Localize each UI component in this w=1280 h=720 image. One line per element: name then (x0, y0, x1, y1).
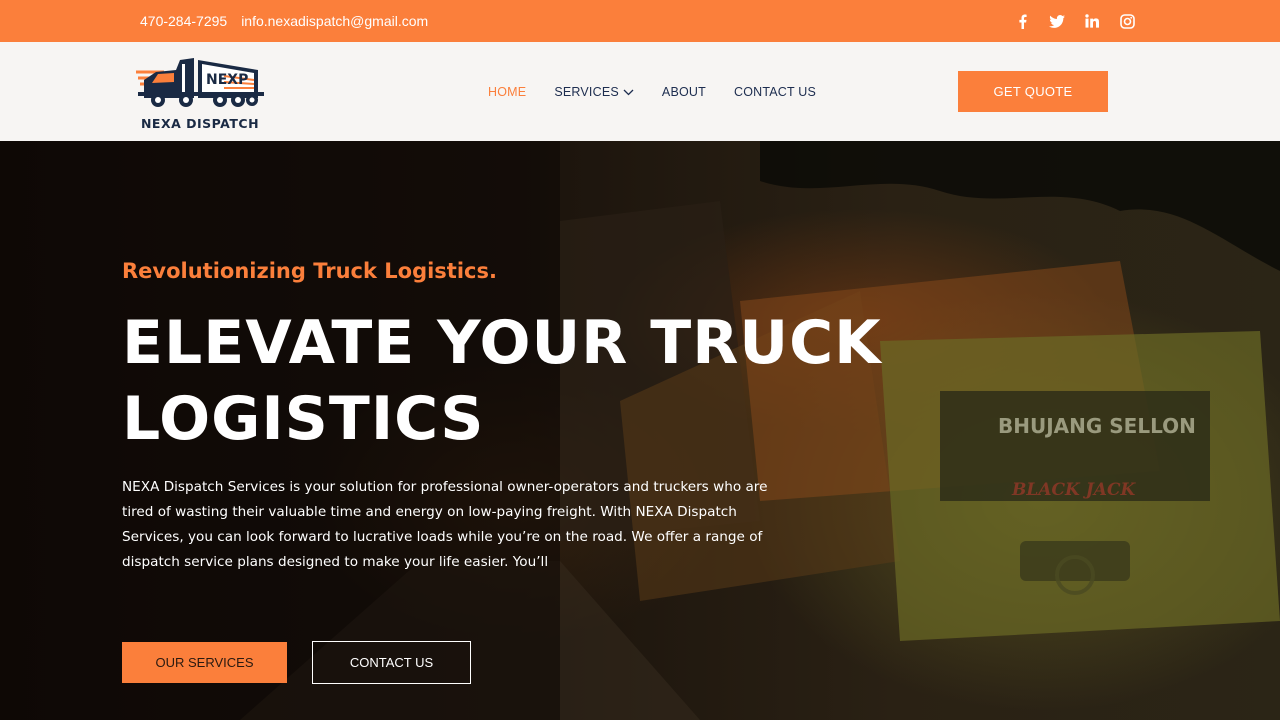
hero-tagline: Revolutionizing Truck Logistics. (122, 259, 497, 283)
site-header: NEXP NEXA DISPATCH HOME SERVICES ABOUT C… (0, 42, 1280, 141)
truck-logo-icon: NEXP (136, 58, 264, 107)
headline-line-2: LOGISTICS (122, 384, 485, 454)
instagram-icon[interactable] (1119, 13, 1135, 29)
facebook-icon[interactable] (1014, 13, 1030, 29)
chevron-down-icon (623, 85, 634, 99)
social-links (1014, 0, 1135, 42)
nav-services[interactable]: SERVICES (554, 85, 634, 99)
headline-line-1: ELEVATE YOUR TRUCK (122, 308, 882, 378)
nav-services-label: SERVICES (554, 84, 619, 99)
get-quote-button[interactable]: GET QUOTE (958, 71, 1108, 112)
contact-info: 470-284-7295 info.nexadispatch@gmail.com (140, 0, 428, 42)
linkedin-icon[interactable] (1084, 13, 1100, 29)
twitter-icon[interactable] (1049, 13, 1065, 29)
hero-headline: ELEVATE YOUR TRUCK LOGISTICS (122, 305, 882, 457)
nav-about-label: ABOUT (661, 84, 706, 99)
truck-text-2: BLACK JACK (1011, 480, 1136, 500)
nav-contact[interactable]: CONTACT US (734, 85, 816, 99)
nav-home-label: HOME (488, 84, 527, 99)
nav-home[interactable]: HOME (488, 85, 526, 99)
top-bar: 470-284-7295 info.nexadispatch@gmail.com (0, 0, 1280, 42)
main-nav: HOME SERVICES ABOUT CONTACT US (488, 42, 816, 141)
truck-text-1: BHUJANG SELLON (998, 414, 1196, 438)
logo-mark: NEXP (206, 72, 248, 88)
nav-about[interactable]: ABOUT (662, 85, 706, 99)
our-services-button[interactable]: OUR SERVICES (122, 642, 287, 683)
email-link[interactable]: info.nexadispatch@gmail.com (241, 13, 428, 29)
brand-name: NEXA DISPATCH (140, 116, 260, 131)
phone-link[interactable]: 470-284-7295 (140, 13, 227, 29)
nav-contact-label: CONTACT US (733, 84, 817, 99)
hero-section: BHUJANG SELLON BLACK JACK Revolutionizin… (0, 141, 1280, 720)
brand-logo[interactable]: NEXP NEXA DISPATCH (134, 50, 266, 138)
hero-description: NEXA Dispatch Services is your solution … (122, 479, 768, 570)
contact-us-button[interactable]: CONTACT US (312, 641, 471, 684)
